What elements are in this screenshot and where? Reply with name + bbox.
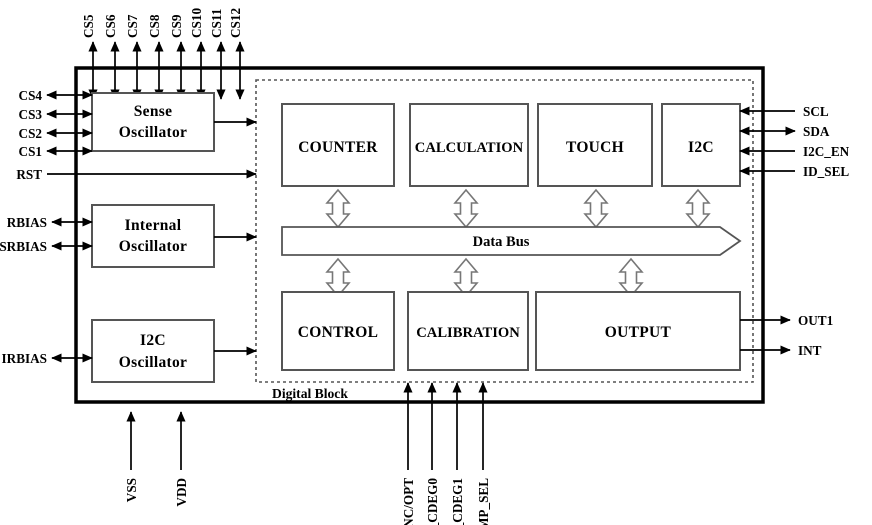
arrow-i2c-bus bbox=[685, 188, 711, 229]
pin-label-scl: SCL bbox=[803, 104, 829, 119]
block-i2c-oscillator-line1: I2C bbox=[140, 332, 166, 349]
block-i2c-oscillator-line2: Oscillator bbox=[119, 354, 187, 371]
block-internal-oscillator bbox=[91, 204, 215, 268]
block-internal-oscillator-line2: Oscillator bbox=[119, 238, 187, 255]
diagram-svg: Digital Block CS5 CS6 CS7 CS8 CS9 CS10 C… bbox=[0, 8, 850, 525]
pin-label-cs4: CS4 bbox=[19, 88, 43, 103]
top-pin-wires bbox=[88, 41, 245, 100]
arrow-control-bus bbox=[325, 257, 351, 298]
block-i2c-oscillator bbox=[91, 319, 215, 383]
pin-label-cs6: CS6 bbox=[103, 14, 118, 38]
arrow-calibration-bus bbox=[453, 257, 479, 298]
top-pin-labels: CS5 CS6 CS7 CS8 CS9 CS10 CS11 CS12 bbox=[81, 8, 243, 38]
block-sense-oscillator bbox=[91, 92, 215, 152]
bottom-config-pin-wires bbox=[403, 382, 488, 470]
arrow-touch-bus bbox=[583, 188, 609, 229]
left-sense-pin-wires bbox=[46, 90, 93, 156]
pin-label-cs10: CS10 bbox=[189, 8, 204, 38]
pin-label-rbias: RBIAS bbox=[7, 215, 47, 230]
pin-label-sda: SDA bbox=[803, 124, 830, 139]
bottom-power-pin-wires bbox=[126, 411, 186, 470]
block-calculation-label: CALCULATION bbox=[415, 140, 524, 156]
pin-label-vss: VSS bbox=[124, 478, 139, 502]
block-counter-label: COUNTER bbox=[298, 139, 378, 156]
pin-label-cs7: CS7 bbox=[125, 14, 140, 38]
pin-label-cs3: CS3 bbox=[19, 107, 43, 122]
right-bottom-pin-wires bbox=[740, 315, 791, 355]
pin-label-rst: RST bbox=[16, 167, 42, 182]
pin-label-p-cdeg0: P_CDEG0 bbox=[425, 478, 440, 525]
block-diagram-canvas: Digital Block CS5 CS6 CS7 CS8 CS9 CS10 C… bbox=[0, 0, 872, 525]
arrow-calculation-bus bbox=[453, 188, 479, 229]
pin-label-sync-opt: SYNC/OPT bbox=[401, 478, 416, 525]
arrow-counter-bus bbox=[325, 188, 351, 229]
pin-label-int: INT bbox=[798, 343, 822, 358]
pin-label-vdd: VDD bbox=[174, 478, 189, 507]
bus-connector-arrows-top bbox=[325, 188, 711, 229]
pin-label-cs12: CS12 bbox=[228, 8, 243, 38]
pin-label-i2c-en: I2C_EN bbox=[803, 144, 850, 159]
pin-label-p-cdeg1: P_CDEG1 bbox=[450, 478, 465, 525]
right-top-pin-wires bbox=[739, 106, 796, 176]
pin-label-irbias: IRBIAS bbox=[2, 351, 47, 366]
pin-label-cs11: CS11 bbox=[209, 9, 224, 38]
pin-label-cs8: CS8 bbox=[147, 14, 162, 38]
pin-label-imp-sel: IMP_SEL bbox=[476, 478, 491, 525]
pin-label-srbias: SRBIAS bbox=[0, 239, 47, 254]
pin-label-cs2: CS2 bbox=[19, 126, 43, 141]
pin-label-cs9: CS9 bbox=[169, 14, 184, 38]
block-internal-oscillator-line1: Internal bbox=[125, 217, 182, 234]
pin-label-id-sel: ID_SEL bbox=[803, 164, 849, 179]
data-bus-label: Data Bus bbox=[473, 234, 530, 250]
bus-connector-arrows-bottom bbox=[325, 257, 644, 298]
pin-label-cs5: CS5 bbox=[81, 14, 96, 38]
pin-label-out1: OUT1 bbox=[798, 313, 833, 328]
pin-label-cs1: CS1 bbox=[19, 144, 42, 159]
block-output-label: OUTPUT bbox=[605, 324, 672, 341]
block-i2c-label: I2C bbox=[688, 139, 714, 156]
block-control-label: CONTROL bbox=[298, 324, 378, 341]
digital-block-label: Digital Block bbox=[272, 386, 348, 401]
block-calibration-label: CALIBRATION bbox=[416, 325, 520, 341]
arrow-output-bus bbox=[618, 257, 644, 298]
left-internal-pin-wires bbox=[51, 217, 93, 251]
block-sense-oscillator-line2: Oscillator bbox=[119, 124, 187, 141]
block-sense-oscillator-line1: Sense bbox=[134, 103, 173, 120]
block-touch-label: TOUCH bbox=[566, 139, 624, 156]
